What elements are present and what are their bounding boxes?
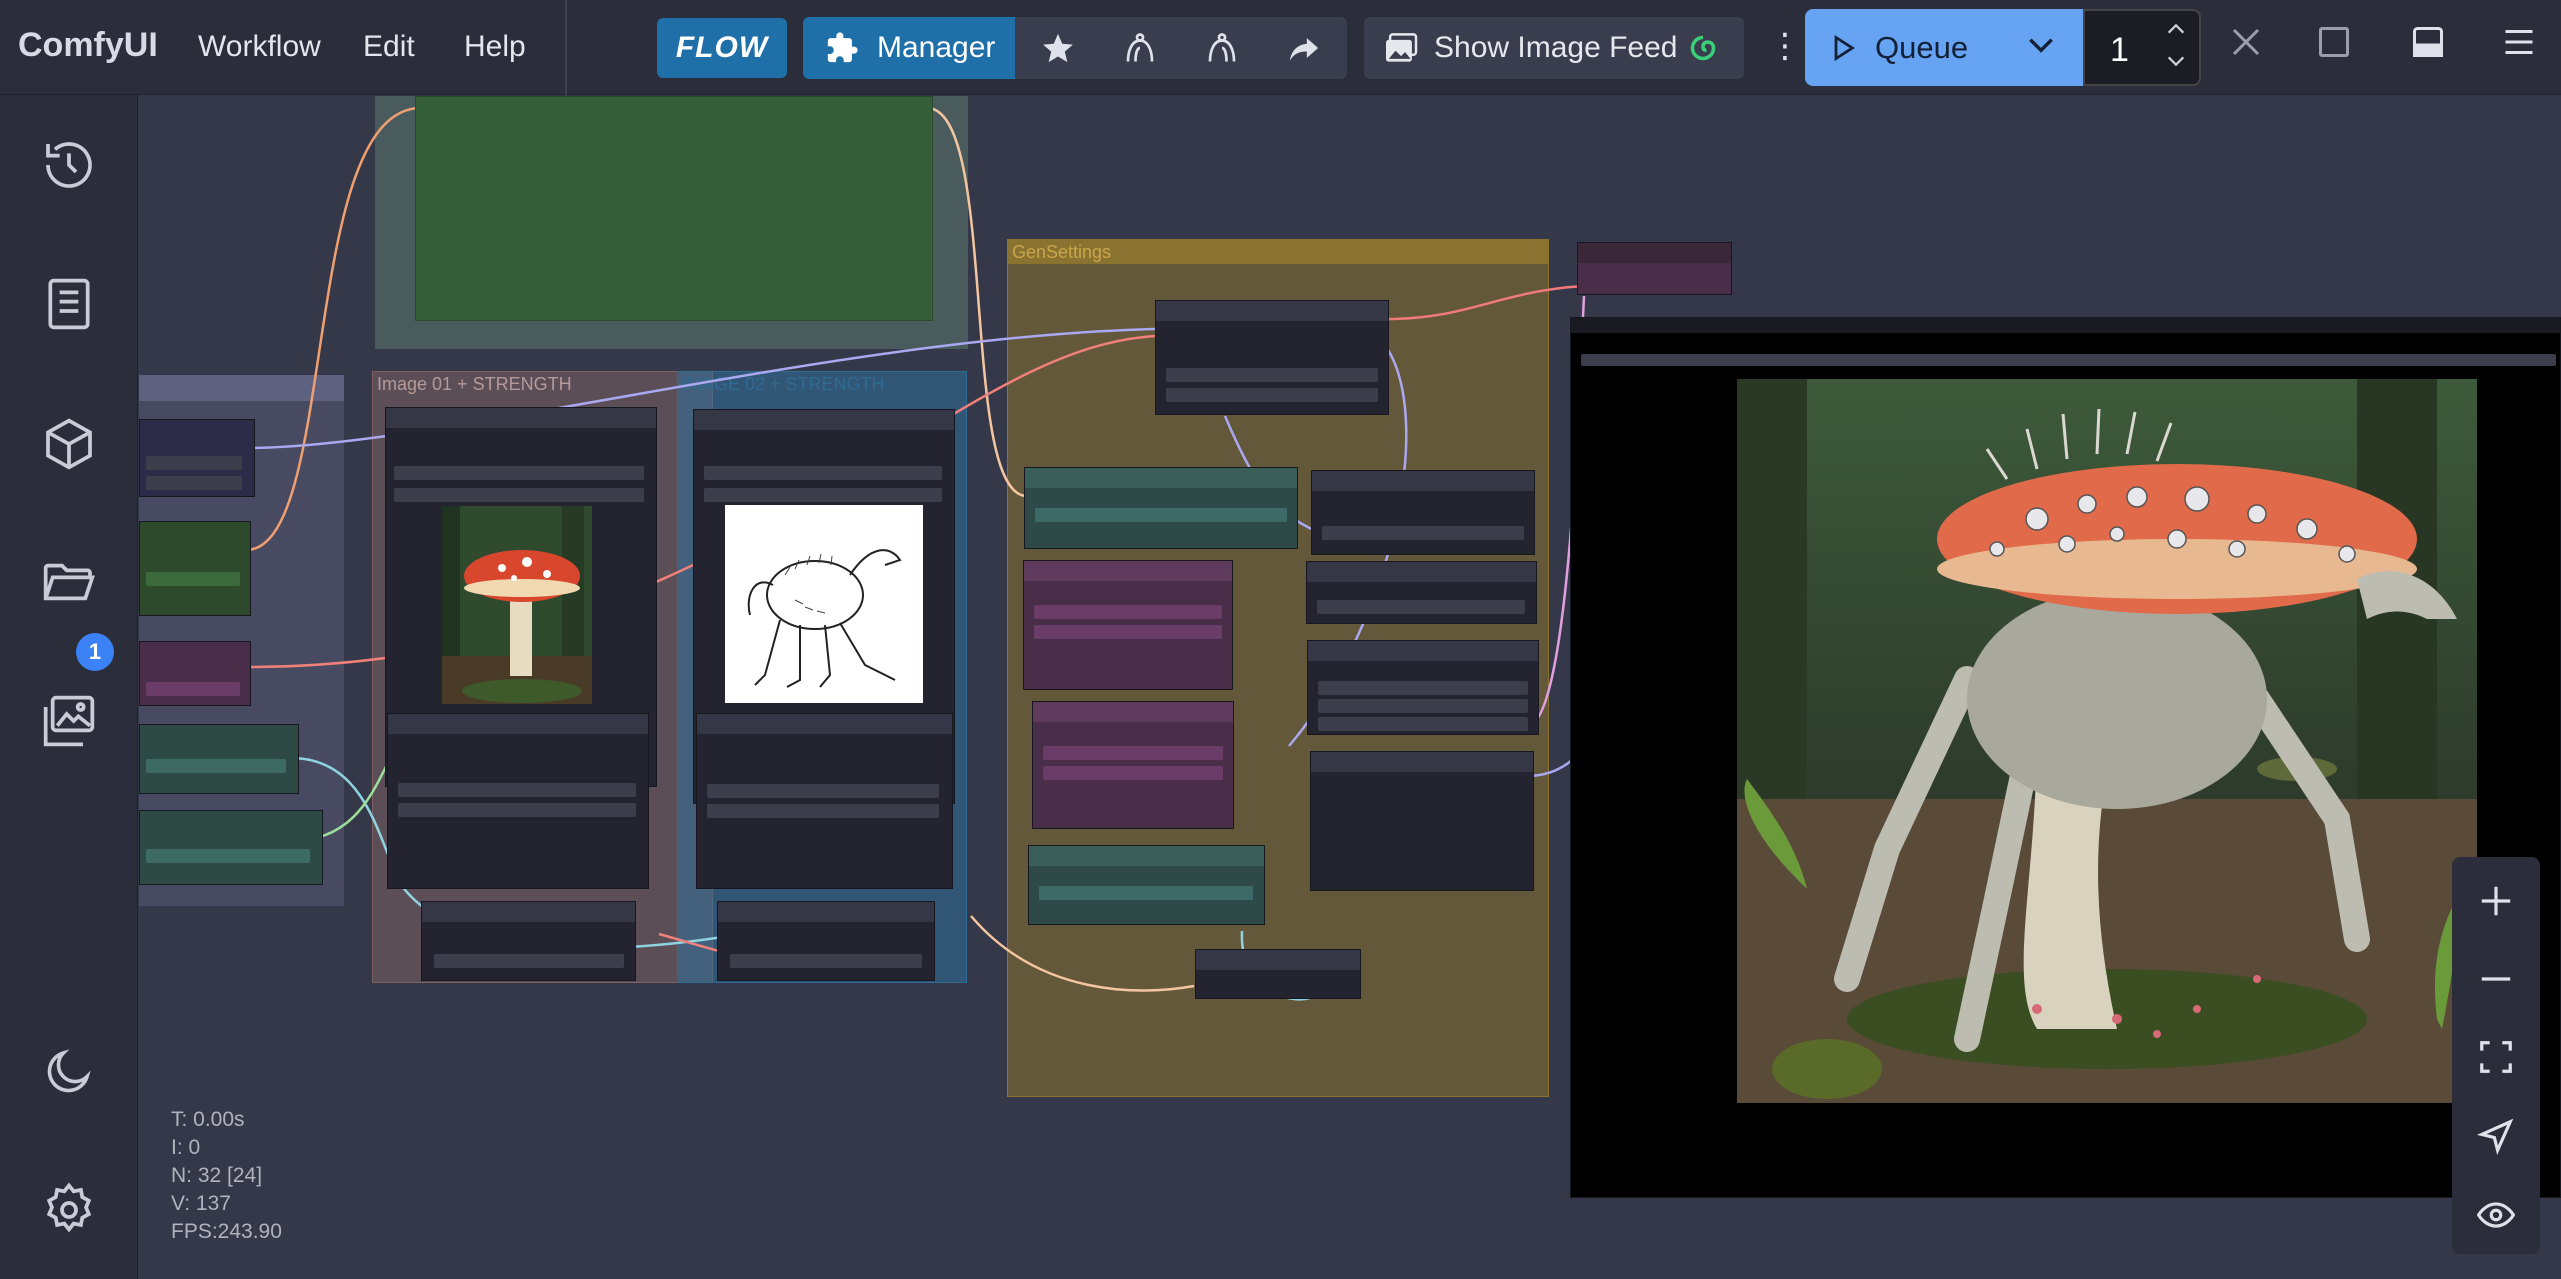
- menu-workflow[interactable]: Workflow: [198, 30, 321, 64]
- node-gen-1[interactable]: [1155, 300, 1389, 415]
- left-sidebar: 1: [0, 95, 138, 1279]
- brand-logo[interactable]: ComfyUI: [18, 26, 158, 65]
- node-left-1[interactable]: [139, 419, 255, 497]
- stat-fps: FPS:243.90: [171, 1220, 282, 1243]
- eye-icon[interactable]: [2474, 1193, 2518, 1237]
- node-green-preview[interactable]: [415, 96, 933, 321]
- node-image-01-small[interactable]: [421, 901, 636, 981]
- node-left-5[interactable]: [139, 810, 323, 885]
- manager-button[interactable]: Manager: [803, 17, 1015, 79]
- topbar-divider: [565, 0, 567, 95]
- generated-mushroom-creature-image: [1737, 379, 2477, 1103]
- manager-toolbar: Manager: [803, 17, 1347, 79]
- history-icon[interactable]: [38, 134, 100, 196]
- menu-help[interactable]: Help: [464, 30, 526, 64]
- mushroom-thumbnail: [442, 506, 592, 704]
- node-purple-small[interactable]: [1577, 242, 1732, 295]
- dark-mode-moon-icon[interactable]: [38, 1040, 100, 1102]
- fork-alt-icon[interactable]: [1197, 27, 1247, 69]
- node-preview-image[interactable]: [1570, 317, 2561, 1198]
- share-icon[interactable]: [1279, 27, 1329, 69]
- star-icon[interactable]: [1033, 27, 1083, 69]
- node-gen-5[interactable]: [1028, 845, 1265, 925]
- bottom-panel-icon[interactable]: [2410, 24, 2446, 60]
- more-vertical-icon[interactable]: ⋮: [1768, 26, 1802, 66]
- workflows-folder-icon[interactable]: [38, 551, 100, 613]
- stat-iterations: I: 0: [171, 1136, 201, 1159]
- chevron-up-icon[interactable]: [2165, 21, 2187, 37]
- node-gen-2[interactable]: [1024, 467, 1298, 549]
- stat-time: T: 0.00s: [171, 1108, 245, 1131]
- fit-view-icon[interactable]: [2474, 1035, 2518, 1079]
- stop-icon[interactable]: [2316, 24, 2352, 60]
- image-gallery-icon: [1384, 33, 1418, 63]
- node-left-3[interactable]: [139, 641, 251, 706]
- node-gen-7[interactable]: [1306, 561, 1537, 624]
- node-gen-9[interactable]: [1310, 751, 1534, 891]
- hamburger-menu-icon[interactable]: [2500, 24, 2538, 60]
- queue-label: Queue: [1875, 29, 1969, 65]
- puzzle-icon: [825, 31, 859, 65]
- node-gen-10[interactable]: [1195, 949, 1361, 999]
- node-gen-4[interactable]: [1032, 701, 1234, 829]
- image-gallery-sidebar-icon[interactable]: [38, 690, 100, 752]
- chevron-down-icon[interactable]: [2025, 29, 2057, 61]
- canvas-zoom-controls: [2452, 857, 2540, 1254]
- node-ipadapter-02[interactable]: [696, 713, 953, 889]
- navigate-send-icon[interactable]: [2474, 1114, 2518, 1158]
- swirl-icon: [1689, 34, 1717, 62]
- menu-edit[interactable]: Edit: [363, 30, 415, 64]
- node-gen-3[interactable]: [1023, 560, 1233, 690]
- node-gen-6[interactable]: [1311, 470, 1535, 555]
- show-image-feed-button[interactable]: Show Image Feed: [1364, 17, 1744, 79]
- show-image-feed-label: Show Image Feed: [1434, 31, 1678, 64]
- top-bar: ComfyUI Workflow Edit Help FLOW Manager: [0, 0, 2561, 95]
- creature-sketch-thumbnail: [725, 505, 923, 703]
- node-ipadapter-01[interactable]: [387, 713, 649, 889]
- node-image-02-small[interactable]: [717, 901, 935, 981]
- workflows-badge: 1: [76, 633, 114, 671]
- node-graph-canvas[interactable]: Image 01 + STRENGTH IMAGE 02 + STRENGTH …: [139, 96, 2561, 1279]
- stat-vertices: V: 137: [171, 1192, 231, 1215]
- node-left-4[interactable]: [139, 724, 299, 794]
- node-left-2[interactable]: [139, 521, 251, 616]
- play-icon: [1829, 33, 1857, 63]
- queue-count-value[interactable]: 1: [2110, 31, 2129, 70]
- manager-label: Manager: [877, 31, 996, 64]
- comfyui-app: ComfyUI Workflow Edit Help FLOW Manager: [0, 0, 2561, 1279]
- close-icon[interactable]: [2228, 24, 2264, 60]
- queue-button[interactable]: Queue: [1805, 9, 2083, 86]
- chevron-down-small-icon[interactable]: [2165, 53, 2187, 69]
- stat-nodes: N: 32 [24]: [171, 1164, 263, 1187]
- node-gen-8[interactable]: [1307, 640, 1539, 735]
- zoom-out-icon[interactable]: [2474, 957, 2518, 1001]
- perf-stats: T: 0.00s I: 0 N: 32 [24] V: 137 FPS:243.…: [171, 1106, 282, 1246]
- node-library-icon[interactable]: [38, 273, 100, 335]
- queue-count-stepper[interactable]: 1: [2083, 9, 2201, 86]
- flow-button[interactable]: FLOW: [657, 18, 787, 78]
- model-library-cube-icon[interactable]: [38, 413, 100, 475]
- fork-icon[interactable]: [1115, 27, 1165, 69]
- zoom-in-icon[interactable]: [2474, 879, 2518, 923]
- settings-gear-icon[interactable]: [38, 1179, 100, 1241]
